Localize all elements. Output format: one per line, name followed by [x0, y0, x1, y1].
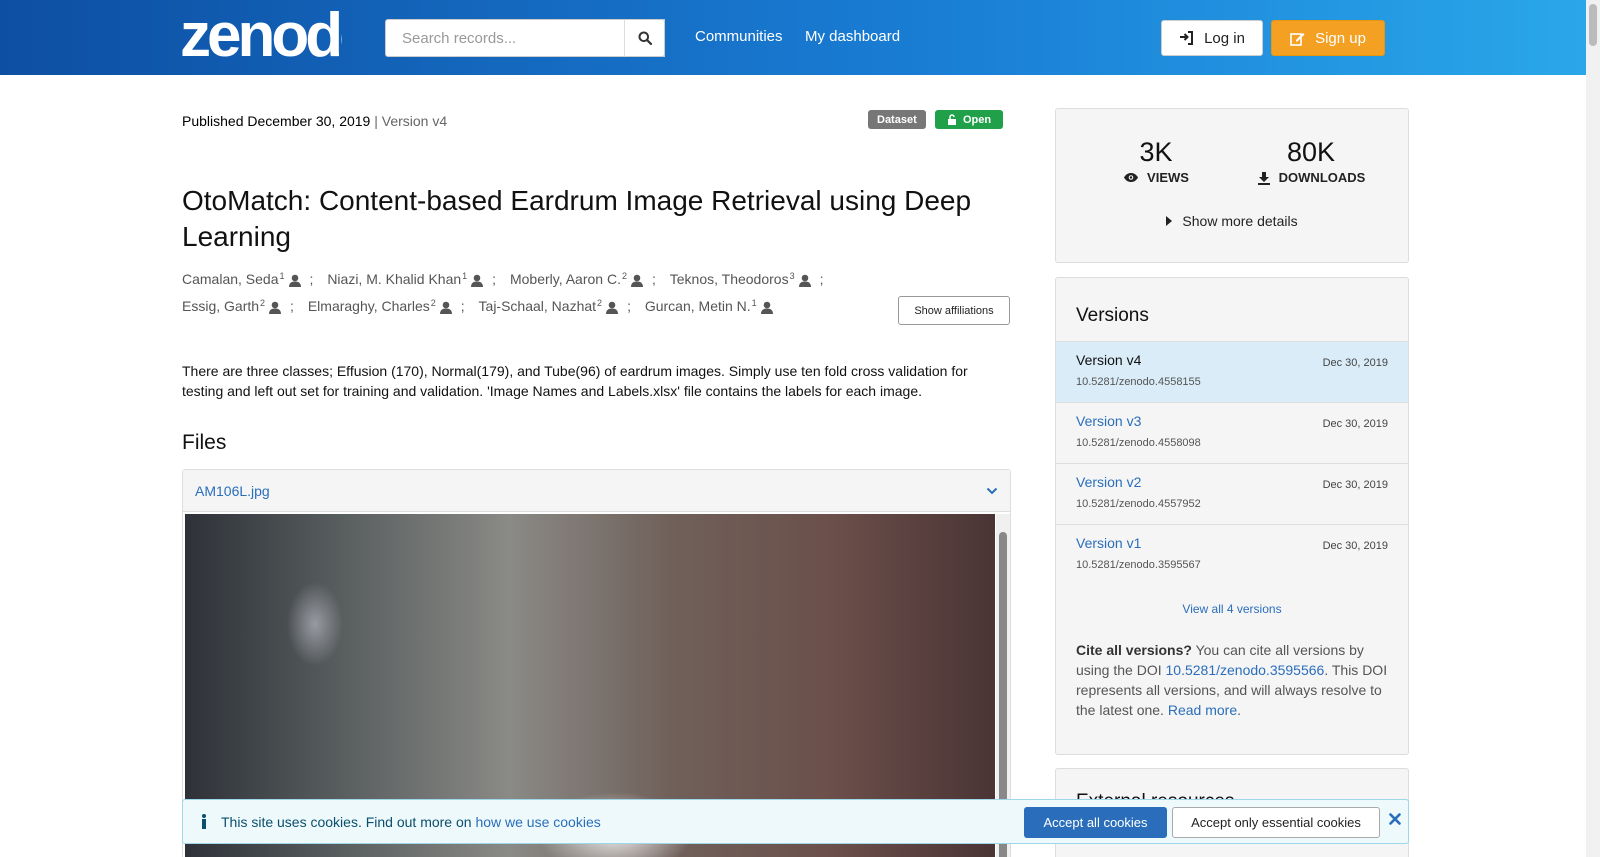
chevron-down-icon[interactable] [986, 487, 998, 495]
user-icon [288, 274, 301, 287]
svg-text:zenodo: zenodo [180, 6, 342, 62]
signup-button[interactable]: Sign up [1271, 20, 1385, 56]
nav-my-dashboard[interactable]: My dashboard [805, 28, 900, 45]
file-link[interactable]: AM106L.jpg [195, 483, 270, 499]
versions-panel: Versions Version v4 Dec 30, 2019 10.5281… [1055, 277, 1409, 755]
login-label: Log in [1204, 29, 1245, 47]
author[interactable]: Taj-Schaal, Nazhat 2 [479, 298, 620, 314]
version-item[interactable]: Version v2 Dec 30, 2019 10.5281/zenodo.4… [1056, 463, 1408, 524]
accept-all-cookies-button[interactable]: Accept all cookies [1024, 807, 1167, 838]
user-icon [760, 301, 773, 314]
author[interactable]: Gurcan, Metin N. 1 [645, 298, 774, 314]
nav-communities[interactable]: Communities [695, 28, 783, 45]
views-stat: 3K VIEWS [1076, 137, 1236, 185]
stats-panel: 3K VIEWS 80K DOWNLOADS Show more details [1055, 108, 1409, 263]
view-all-versions-link[interactable]: View all 4 versions [1056, 602, 1408, 616]
version-item[interactable]: Version v3 Dec 30, 2019 10.5281/zenodo.4… [1056, 402, 1408, 463]
files-heading: Files [182, 431, 227, 454]
downloads-label: DOWNLOADS [1278, 170, 1366, 185]
record-title: OtoMatch: Content-based Eardrum Image Re… [182, 185, 972, 252]
user-icon [798, 274, 811, 287]
published-line: Published December 30, 2019 | Version v4 [182, 113, 447, 129]
user-icon [269, 301, 282, 314]
search-input[interactable]: Search records... [385, 19, 665, 57]
author[interactable]: Essig, Garth 2 [182, 298, 282, 314]
author[interactable]: Elmaraghy, Charles 2 [308, 298, 453, 314]
versions-heading: Versions [1076, 305, 1149, 326]
file-panel-header[interactable]: AM106L.jpg [183, 470, 1010, 512]
search-button[interactable] [624, 19, 665, 57]
downloads-stat: 80K DOWNLOADS [1231, 137, 1391, 185]
read-more-link[interactable]: Read more [1168, 702, 1237, 718]
views-count: 3K [1139, 137, 1173, 167]
author[interactable]: Teknos, Theodoros 3 [670, 271, 812, 287]
authors-row-2: Essig, Garth 2 ; Elmaraghy, Charles 2 ; Ta… [182, 298, 862, 314]
views-label: VIEWS [1147, 170, 1189, 185]
caret-right-icon [1166, 216, 1173, 226]
author[interactable]: Moberly, Aaron C. 2 [510, 271, 644, 287]
cookie-banner: This site uses cookies. Find out more on… [182, 799, 1409, 844]
author[interactable]: Niazi, M. Khalid Khan 1 [327, 271, 484, 287]
show-affiliations-button[interactable]: Show affiliations [898, 296, 1010, 325]
site-header: zenodo Search records... Communities My … [0, 0, 1600, 75]
author[interactable]: Camalan, Seda 1 [182, 271, 302, 287]
eye-icon [1124, 173, 1139, 182]
zenodo-logo[interactable]: zenodo [180, 6, 342, 62]
cookie-policy-link[interactable]: how we use cookies [475, 814, 600, 830]
page-scroll-thumb[interactable] [1589, 4, 1597, 46]
version-label: | Version v4 [374, 113, 448, 129]
resource-type-badge: Dataset [868, 110, 926, 129]
sign-in-icon [1180, 31, 1194, 45]
access-badge: Open [935, 110, 1004, 129]
user-icon [439, 301, 452, 314]
close-icon [1389, 813, 1401, 825]
download-icon [1257, 171, 1270, 185]
info-icon [202, 814, 206, 829]
close-cookie-banner[interactable] [1385, 809, 1405, 829]
concept-doi-link[interactable]: 10.5281/zenodo.3595566 [1166, 662, 1325, 678]
login-button[interactable]: Log in [1161, 20, 1263, 56]
signup-label: Sign up [1315, 29, 1366, 47]
version-item[interactable]: Version v4 Dec 30, 2019 10.5281/zenodo.4… [1056, 341, 1408, 402]
record-description: There are three classes; Effusion (170),… [182, 363, 968, 399]
cookie-message: This site uses cookies. Find out more on… [221, 813, 601, 830]
version-item[interactable]: Version v1 Dec 30, 2019 10.5281/zenodo.3… [1056, 524, 1408, 585]
published-date: Published December 30, 2019 [182, 113, 371, 129]
accept-essential-cookies-button[interactable]: Accept only essential cookies [1172, 807, 1380, 838]
cite-all-versions: Cite all versions? You can cite all vers… [1076, 642, 1388, 718]
user-icon [630, 274, 643, 287]
user-icon [606, 301, 619, 314]
authors-row-1: Camalan, Seda 1 ; Niazi, M. Khalid Khan 1 … [182, 271, 824, 287]
show-more-details[interactable]: Show more details [1056, 213, 1408, 229]
user-icon [471, 274, 484, 287]
unlock-icon [948, 114, 956, 125]
downloads-count: 80K [1286, 137, 1336, 167]
search-icon [638, 31, 652, 45]
page-scrollbar[interactable] [1586, 0, 1600, 857]
edit-icon [1290, 32, 1305, 46]
